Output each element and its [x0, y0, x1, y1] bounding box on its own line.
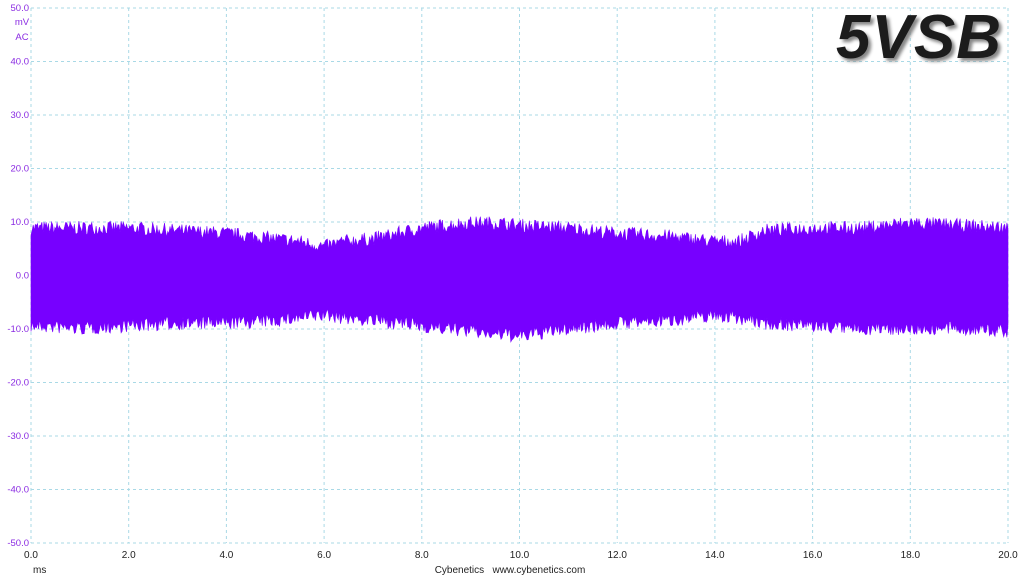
- y-tick-label: -20.0: [7, 378, 29, 389]
- y-tick-label: 10.0: [11, 217, 30, 228]
- rail-badge: 5VSB: [836, 3, 1002, 72]
- x-tick-label: 20.0: [998, 550, 1018, 561]
- y-axis-ticks: 50.0 40.0 30.0 20.0 10.0 0.0 -10.0 -20.0 -30.0 -4…: [7, 3, 29, 549]
- signal-series: [30, 216, 1009, 343]
- x-tick-label: 2.0: [122, 550, 136, 561]
- x-tick-label: 14.0: [705, 550, 725, 561]
- x-tick-label: 8.0: [415, 550, 429, 561]
- x-axis-ticks: 0.0 2.0 4.0 6.0 8.0 10.0 12.0 14.0 16.0 18.0 20.0: [24, 550, 1018, 561]
- y-tick-label: -50.0: [7, 538, 29, 549]
- waveform-chart: 50.0 40.0 30.0 20.0 10.0 0.0 -10.0 -20.0 -30.0 -4…: [7, 3, 1018, 576]
- y-tick-label: 0.0: [16, 271, 29, 282]
- x-tick-label: 4.0: [219, 550, 233, 561]
- footer-credit: Cybenetics www.cybenetics.com: [435, 565, 586, 576]
- y-tick-label: 50.0: [11, 3, 30, 14]
- x-tick-label: 18.0: [901, 550, 921, 561]
- y-tick-label: -40.0: [7, 485, 29, 496]
- signal-band: [30, 216, 1009, 343]
- y-tick-label: 30.0: [11, 110, 30, 121]
- x-tick-label: 12.0: [607, 550, 627, 561]
- y-tick-label: -30.0: [7, 431, 29, 442]
- y-tick-label: -10.0: [7, 324, 29, 335]
- x-unit-label: ms: [33, 565, 46, 576]
- x-tick-label: 10.0: [510, 550, 530, 561]
- x-tick-label: 6.0: [317, 550, 331, 561]
- y-tick-label: 40.0: [11, 57, 30, 68]
- x-tick-label: 16.0: [803, 550, 823, 561]
- x-tick-label: 0.0: [24, 550, 38, 561]
- y-tick-label: 20.0: [11, 164, 30, 175]
- y-mode-label: AC: [15, 32, 28, 43]
- y-unit-label: mV: [15, 17, 30, 28]
